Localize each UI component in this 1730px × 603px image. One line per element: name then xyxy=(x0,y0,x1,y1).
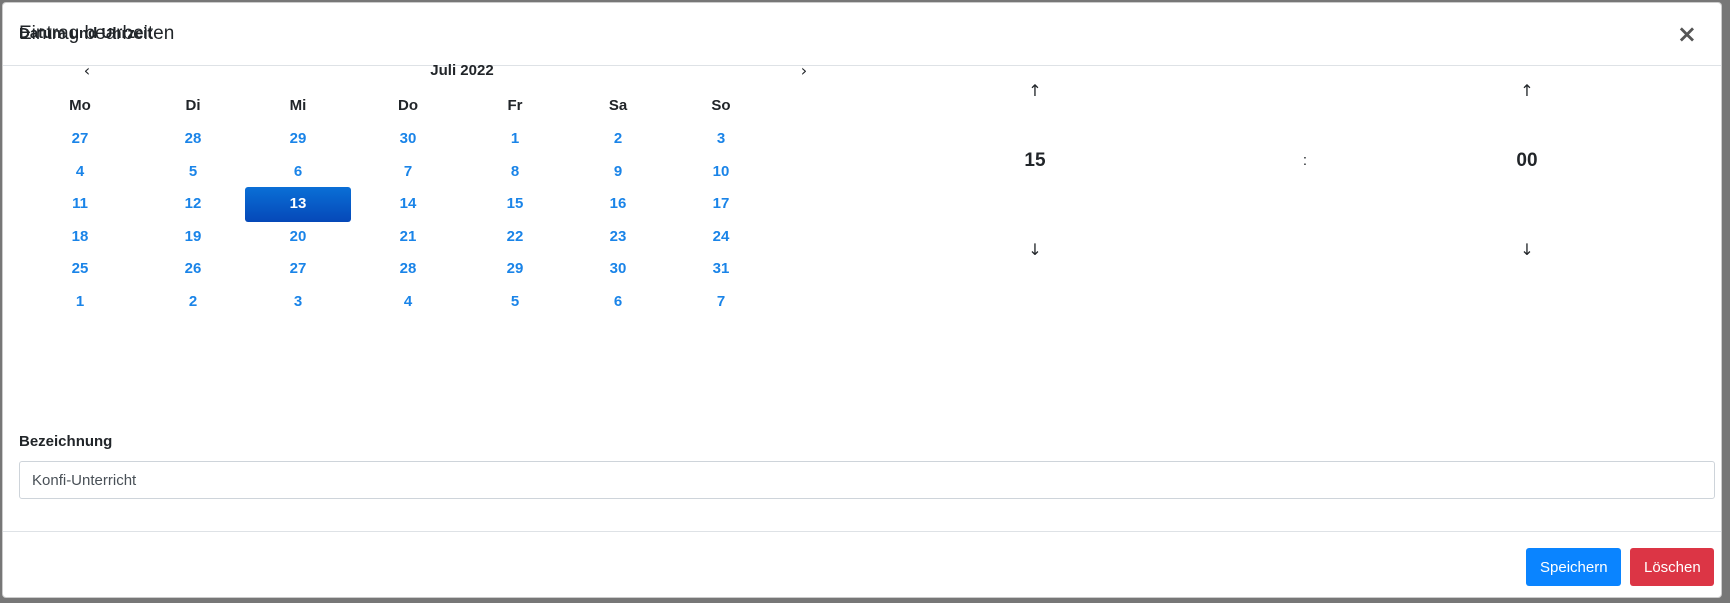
weekday-header: Mo xyxy=(69,97,91,114)
calendar-day[interactable]: 5 xyxy=(140,155,246,189)
calendar-day-selected[interactable]: 13 xyxy=(245,187,351,222)
calendar-day[interactable]: 4 xyxy=(355,285,461,319)
calendar-day[interactable]: 30 xyxy=(355,122,461,156)
calendar-day[interactable]: 18 xyxy=(27,220,133,254)
calendar-day[interactable]: 26 xyxy=(140,252,246,286)
calendar-month-label[interactable]: Juli 2022 xyxy=(409,59,515,83)
calendar-day[interactable]: 7 xyxy=(355,155,461,189)
calendar-day[interactable]: 21 xyxy=(355,220,461,254)
datetime-picker: ‹ Juli 2022 › Mo Di Mi Do Fr Sa So 27 28 29 30 1 2 3 4… xyxy=(19,59,1715,349)
calendar-day[interactable]: 1 xyxy=(462,122,568,156)
delete-button[interactable]: Löschen xyxy=(1630,548,1714,586)
calendar-day[interactable]: 17 xyxy=(668,187,774,221)
calendar-day[interactable]: 4 xyxy=(27,155,133,189)
weekday-header: Mi xyxy=(289,97,307,114)
prev-month-icon[interactable]: ‹ xyxy=(72,59,102,83)
next-month-icon[interactable]: › xyxy=(789,59,819,83)
calendar-day[interactable]: 8 xyxy=(462,155,568,189)
calendar-day[interactable]: 24 xyxy=(668,220,774,254)
hour-down-icon[interactable]: ↓ xyxy=(1020,238,1050,262)
calendar-day[interactable]: 11 xyxy=(27,187,133,221)
calendar-day[interactable]: 23 xyxy=(565,220,671,254)
datetime-label: Datum und Uhrzeit xyxy=(19,25,153,42)
calendar-day[interactable]: 27 xyxy=(27,122,133,156)
calendar-day[interactable]: 2 xyxy=(565,122,671,156)
calendar-day[interactable]: 22 xyxy=(462,220,568,254)
minute-down-icon[interactable]: ↓ xyxy=(1512,238,1542,262)
minute-value[interactable]: 00 xyxy=(1497,147,1557,175)
edit-entry-dialog: Eintrag bearbeiten × Datum und Uhrzeit ‹… xyxy=(2,2,1722,598)
calendar-day[interactable]: 30 xyxy=(565,252,671,286)
calendar-day[interactable]: 15 xyxy=(462,187,568,221)
title-field-label: Bezeichnung xyxy=(19,433,113,450)
calendar-day[interactable]: 7 xyxy=(668,285,774,319)
weekday-header: So xyxy=(711,97,731,114)
calendar-day[interactable]: 6 xyxy=(245,155,351,189)
calendar-day[interactable]: 10 xyxy=(668,155,774,189)
calendar-day[interactable]: 27 xyxy=(245,252,351,286)
calendar-day[interactable]: 2 xyxy=(140,285,246,319)
calendar-day[interactable]: 19 xyxy=(140,220,246,254)
minute-up-icon[interactable]: ↑ xyxy=(1512,79,1542,103)
weekday-header: Sa xyxy=(608,97,628,114)
modal-footer-divider xyxy=(3,531,1721,532)
calendar-day[interactable]: 9 xyxy=(565,155,671,189)
close-icon[interactable]: × xyxy=(1669,22,1705,46)
calendar-day[interactable]: 28 xyxy=(140,122,246,156)
calendar-day[interactable]: 5 xyxy=(462,285,568,319)
calendar-day[interactable]: 20 xyxy=(245,220,351,254)
calendar-day[interactable]: 25 xyxy=(27,252,133,286)
weekday-header: Di xyxy=(185,97,201,114)
weekday-header: Do xyxy=(398,97,418,114)
calendar-day[interactable]: 28 xyxy=(355,252,461,286)
calendar-day[interactable]: 6 xyxy=(565,285,671,319)
hour-up-icon[interactable]: ↑ xyxy=(1020,79,1050,103)
hour-value[interactable]: 15 xyxy=(1005,147,1065,175)
time-separator: : xyxy=(1302,152,1308,169)
weekday-header: Fr xyxy=(507,97,523,114)
calendar-day[interactable]: 16 xyxy=(565,187,671,221)
calendar-day[interactable]: 29 xyxy=(462,252,568,286)
calendar-day[interactable]: 1 xyxy=(27,285,133,319)
calendar-day[interactable]: 14 xyxy=(355,187,461,221)
save-button[interactable]: Speichern xyxy=(1526,548,1621,586)
modal-header: Eintrag bearbeiten × xyxy=(3,3,1721,66)
calendar-day[interactable]: 31 xyxy=(668,252,774,286)
calendar-day[interactable]: 3 xyxy=(668,122,774,156)
title-input[interactable] xyxy=(19,461,1715,499)
calendar-day[interactable]: 29 xyxy=(245,122,351,156)
calendar-day[interactable]: 12 xyxy=(140,187,246,221)
calendar-day[interactable]: 3 xyxy=(245,285,351,319)
